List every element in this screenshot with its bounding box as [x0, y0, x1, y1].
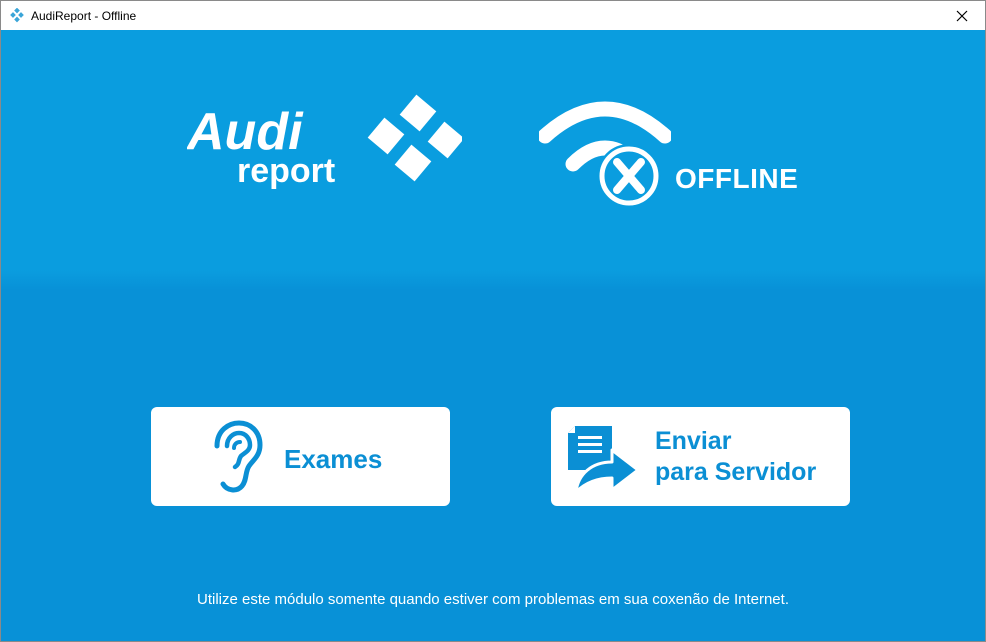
send-document-icon — [568, 426, 640, 494]
exames-button[interactable]: Exames — [151, 407, 450, 506]
wifi-offline-icon — [539, 101, 671, 208]
close-icon — [956, 10, 968, 21]
audireport-logo: Audi report — [187, 94, 462, 189]
exames-label: Exames — [284, 444, 383, 474]
footer-note: Utilize este módulo somente quando estiv… — [197, 591, 789, 608]
send-to-server-label: Enviar para Servidor — [655, 426, 845, 488]
window-title: AudiReport - Offline — [31, 8, 137, 23]
send-to-server-button[interactable]: Enviar para Servidor — [551, 407, 850, 506]
offline-status: OFFLINE — [539, 96, 809, 211]
ear-icon — [214, 420, 263, 493]
app-icon — [10, 7, 24, 22]
title-bar[interactable]: AudiReport - Offline — [1, 1, 985, 30]
audireport-diamond-icon — [367, 94, 462, 182]
logo-word-report: report — [237, 152, 335, 189]
main-content: Audi report OFFLINE Exames Enviar para S… — [1, 30, 985, 641]
app-window: AudiReport - Offline Audi report OFFLINE… — [0, 0, 986, 642]
send-label-line1: Enviar — [655, 427, 732, 455]
send-label-line2: para Servidor — [655, 458, 817, 486]
offline-label: OFFLINE — [675, 163, 799, 194]
close-button[interactable] — [939, 1, 985, 30]
